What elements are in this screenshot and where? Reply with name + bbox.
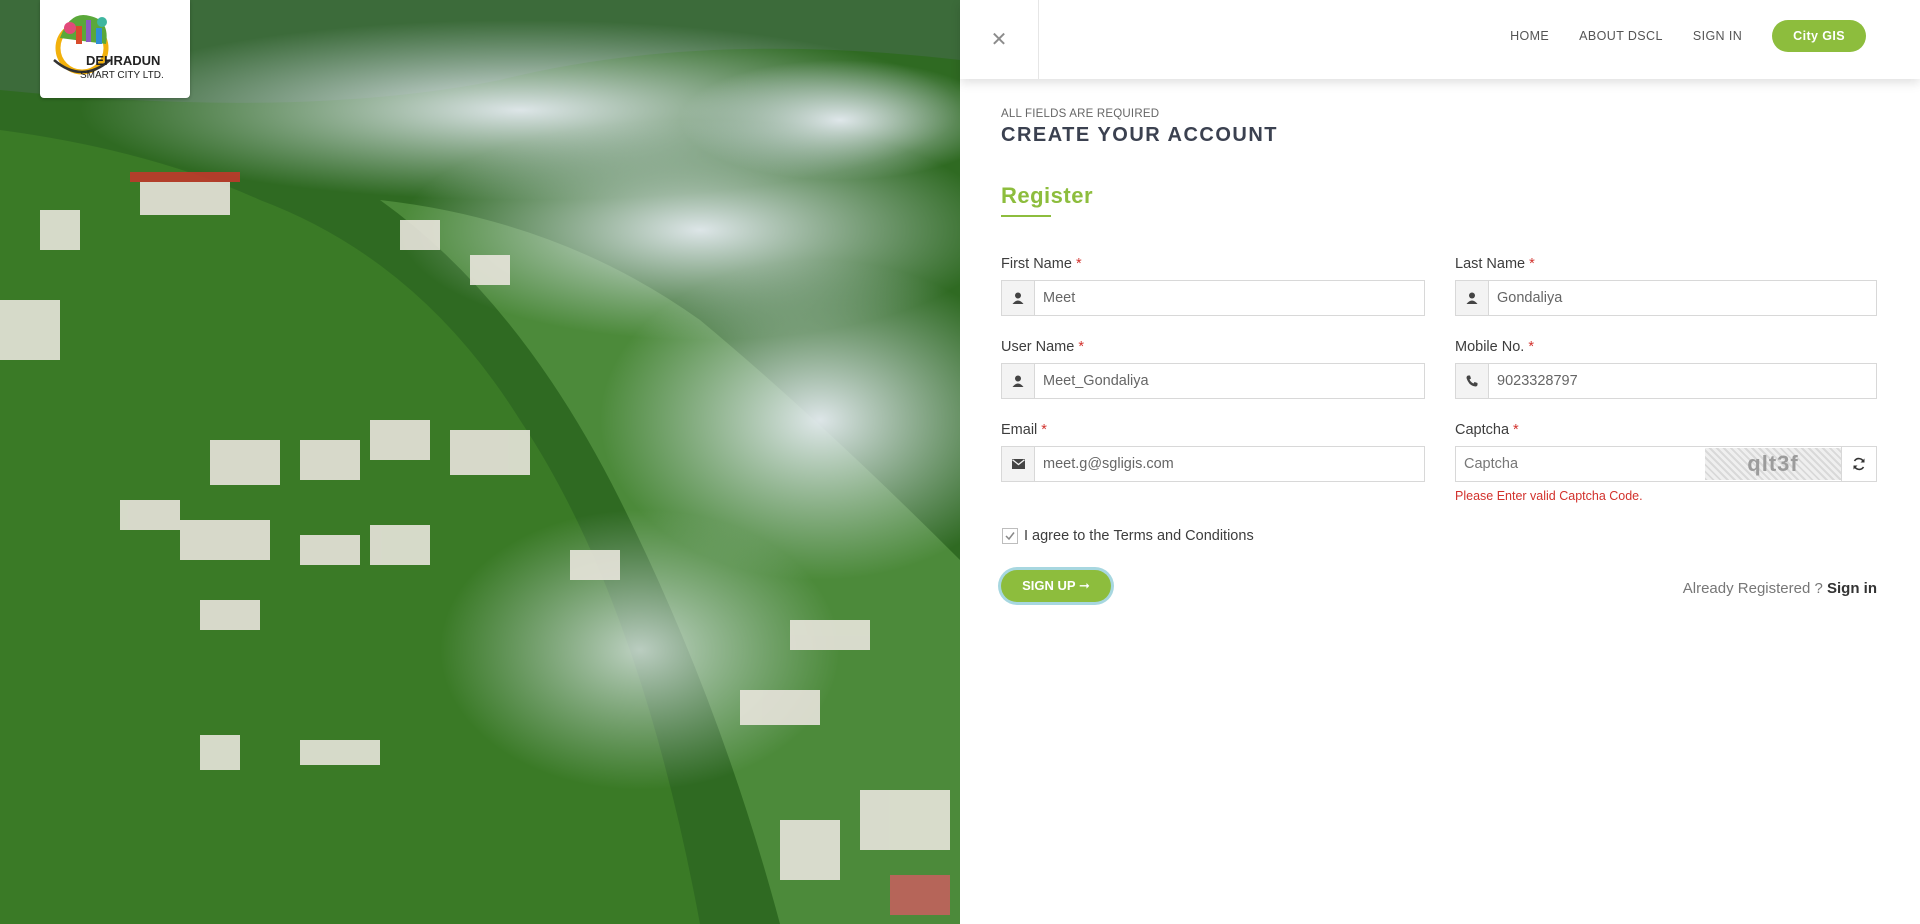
- close-button[interactable]: ✕: [960, 0, 1039, 79]
- captcha-label: Captcha *: [1455, 422, 1519, 438]
- email-field[interactable]: meet.g@sgligis.com: [1001, 446, 1425, 482]
- captcha-image: qlt3f: [1705, 448, 1841, 480]
- hill-scene-illustration: [0, 0, 960, 924]
- signin-link[interactable]: Sign in: [1827, 580, 1877, 597]
- agree-checkbox[interactable]: [1002, 528, 1018, 544]
- refresh-icon: [1853, 457, 1865, 471]
- phone-icon: [1456, 364, 1489, 398]
- title-underline: [1001, 215, 1051, 217]
- last-name-field[interactable]: Gondaliya: [1455, 280, 1877, 316]
- page-title: CREATE YOUR ACCOUNT: [1001, 124, 1279, 146]
- terms-link[interactable]: Terms and Conditions: [1113, 528, 1253, 544]
- mobile-group: Mobile No. * 9023328797: [1455, 339, 1877, 399]
- background-photo: DEHRADUN SMART CITY LTD.: [0, 0, 960, 924]
- user-name-group: User Name * Meet_Gondaliya: [1001, 339, 1425, 399]
- user-icon: [1456, 281, 1489, 315]
- agree-text: I agree to the: [1024, 528, 1110, 544]
- email-group: Email * meet.g@sgligis.com: [1001, 422, 1425, 482]
- envelope-icon: [1002, 447, 1035, 481]
- register-form: ALL FIELDS ARE REQUIRED CREATE YOUR ACCO…: [1001, 108, 1877, 602]
- main-nav: HOME ABOUT DSCL SIGN IN City GIS: [1480, 20, 1866, 52]
- already-registered: Already Registered ? Sign in: [1682, 580, 1877, 597]
- last-name-group: Last Name * Gondaliya: [1455, 256, 1877, 316]
- first-name-field[interactable]: Meet: [1001, 280, 1425, 316]
- register-panel: ✕ HOME ABOUT DSCL SIGN IN City GIS ALL F…: [960, 0, 1920, 924]
- check-icon: [1005, 532, 1015, 541]
- last-name-label: Last Name *: [1455, 256, 1535, 272]
- captcha-input[interactable]: Captcha: [1456, 456, 1705, 472]
- first-name-group: First Name * Meet: [1001, 256, 1425, 316]
- user-name-field[interactable]: Meet_Gondaliya: [1001, 363, 1425, 399]
- form-title: Register: [1001, 183, 1094, 208]
- top-nav-bar: ✕ HOME ABOUT DSCL SIGN IN City GIS: [960, 0, 1920, 79]
- user-name-label: User Name *: [1001, 339, 1085, 355]
- svg-text:SMART CITY LTD.: SMART CITY LTD.: [80, 70, 164, 81]
- dehradun-smart-city-logo-icon: DEHRADUN SMART CITY LTD.: [53, 14, 164, 81]
- nav-about[interactable]: ABOUT DSCL: [1579, 29, 1663, 43]
- user-icon: [1002, 364, 1035, 398]
- nav-signin[interactable]: SIGN IN: [1693, 29, 1742, 43]
- terms-agreement: I agree to the Terms and Conditions: [1002, 528, 1254, 544]
- refresh-captcha-button[interactable]: [1841, 447, 1876, 481]
- first-name-label: First Name *: [1001, 256, 1082, 272]
- close-icon: ✕: [990, 29, 1008, 51]
- captcha-field: Captcha qlt3f: [1455, 446, 1877, 482]
- required-note: ALL FIELDS ARE REQUIRED: [1001, 108, 1160, 120]
- city-gis-button[interactable]: City GIS: [1772, 20, 1866, 52]
- logo[interactable]: DEHRADUN SMART CITY LTD.: [40, 0, 190, 98]
- captcha-group: Captcha * Captcha qlt3f Please Enter val…: [1455, 422, 1877, 503]
- svg-text:DEHRADUN: DEHRADUN: [86, 53, 160, 68]
- signup-button[interactable]: SIGN UP ➞: [1001, 570, 1111, 602]
- captcha-error: Please Enter valid Captcha Code.: [1455, 489, 1643, 503]
- nav-home[interactable]: HOME: [1510, 29, 1549, 43]
- user-icon: [1002, 281, 1035, 315]
- email-label: Email *: [1001, 422, 1047, 438]
- mobile-field[interactable]: 9023328797: [1455, 363, 1877, 399]
- mobile-label: Mobile No. *: [1455, 339, 1534, 355]
